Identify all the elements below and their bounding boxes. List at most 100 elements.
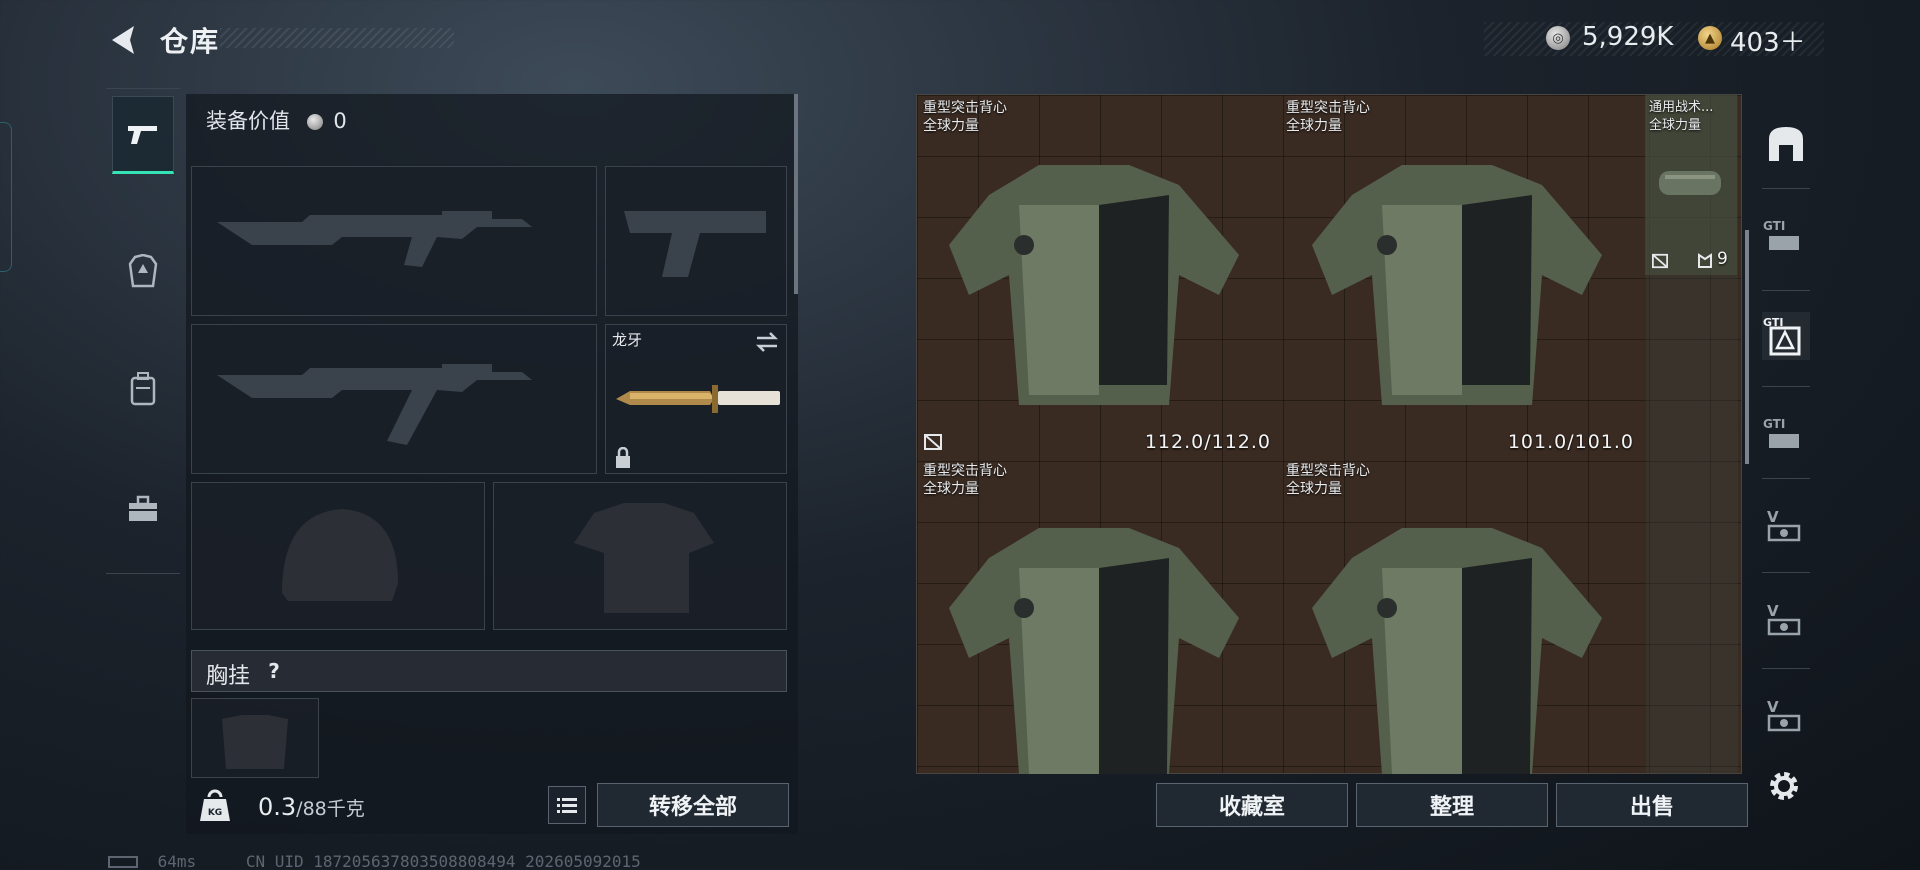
item-text: 重型突击背心 全球力量 (1286, 462, 1370, 498)
side-separator (1762, 572, 1810, 573)
helmet-silhouette-icon (282, 509, 398, 601)
item-count: 9 (1717, 249, 1729, 269)
nav-weapons[interactable] (112, 96, 174, 174)
settings-button[interactable] (1764, 766, 1804, 806)
secondary-weapon-slot[interactable] (191, 324, 597, 474)
battery-icon (108, 856, 138, 868)
edge-tab[interactable] (0, 122, 12, 272)
nav-armor[interactable] (112, 232, 174, 310)
item-name: 重型突击背心 (1286, 100, 1370, 116)
item-name: 通用战术... (1649, 100, 1714, 115)
gold-coin-icon: ▲ (1698, 26, 1722, 50)
heavy-vest-icon (949, 165, 1239, 405)
back-button[interactable] (104, 22, 144, 58)
side-stash-2[interactable]: GTI (1762, 212, 1810, 260)
side-stash-4[interactable]: GTI (1762, 410, 1810, 458)
item-name: 重型突击背心 (1286, 463, 1370, 479)
rifle-silhouette-icon (217, 364, 532, 445)
armor-silhouette-icon (574, 503, 714, 613)
v-stash-icon: V (1767, 602, 1801, 636)
uid-readout: CN UID 18720563780350880849​4_2026050920… (245, 852, 641, 870)
side-separator (1762, 188, 1810, 189)
nav-backpack[interactable] (112, 350, 174, 428)
equipment-value-amount: 0 (333, 109, 347, 133)
silver-coin-icon: ◎ (1546, 26, 1570, 50)
ping-readout: 64ms (157, 852, 197, 870)
item-durability: 101.0/101.0 (1507, 431, 1634, 453)
svg-text:V: V (1767, 698, 1779, 716)
duffel-bag-icon (1659, 171, 1721, 195)
melee-name: 龙牙 (612, 331, 643, 349)
transfer-all-button[interactable]: 转移全部 (597, 783, 789, 827)
item-brand: 全球力量 (1286, 118, 1342, 134)
nav-toolbox[interactable] (112, 470, 174, 548)
chest-rig-slot[interactable] (191, 698, 319, 778)
stash-item-vest-4[interactable]: 重型突击背心 全球力量 (1280, 458, 1642, 774)
stash-item-tactical[interactable]: 通用战术... 全球力量 9 (1645, 95, 1737, 275)
v-stash-icon: V (1767, 508, 1801, 542)
silver-amount: 5,929K (1582, 22, 1674, 52)
toolbox-icon (129, 495, 157, 521)
item-text: 重型突击背心 全球力量 (1286, 99, 1370, 135)
heavy-vest-icon (949, 528, 1239, 774)
loadout-scrollbar[interactable] (794, 94, 798, 294)
side-stash-3-active[interactable]: GTI (1762, 312, 1810, 360)
item-brand: 全球力量 (923, 118, 979, 134)
stash-item-vest-3[interactable]: 重型突击背心 全球力量 (917, 458, 1279, 774)
rifle-silhouette-icon (217, 211, 532, 267)
primary-weapon-slot[interactable] (191, 166, 597, 316)
equipment-value: 装备价值 0 (206, 105, 347, 135)
svg-text:V: V (1767, 602, 1779, 620)
gear-icon (1770, 772, 1798, 800)
side-separator (1762, 386, 1810, 387)
item-brand: 全球力量 (923, 481, 979, 497)
vault-icon (1769, 127, 1803, 161)
stash-item-vest-1[interactable]: 重型突击背心 全球力量 112.0/112.0 (917, 95, 1279, 457)
sell-button[interactable]: 出售 (1556, 783, 1748, 827)
no-insure-icon (924, 434, 942, 450)
weight-readout: 0.3/88千克 (258, 793, 365, 821)
side-stash-6[interactable]: V (1762, 596, 1810, 644)
heavy-vest-icon (1312, 165, 1602, 405)
lock-icon (616, 447, 630, 468)
list-view-button[interactable] (548, 786, 586, 824)
chest-rig-label: 胸挂 (206, 664, 251, 689)
pistol-icon (128, 126, 157, 144)
vault-button[interactable]: 收藏室 (1156, 783, 1348, 827)
page-title: 仓库 (160, 25, 221, 58)
side-stash-7[interactable]: V (1762, 692, 1810, 740)
armor-slot[interactable] (493, 482, 787, 630)
knife-icon (616, 385, 780, 413)
side-stash-main[interactable] (1762, 120, 1810, 168)
stash-tab-icon: GTI (1763, 219, 1799, 250)
gold-amount[interactable]: 403＋ (1730, 22, 1806, 59)
svg-text:V: V (1767, 508, 1779, 526)
stash-item-vest-2[interactable]: 重型突击背心 全球力量 101.0/101.0 (1280, 95, 1642, 457)
stash-tab-icon: GTI (1763, 417, 1799, 448)
swap-icon[interactable] (754, 331, 780, 353)
item-name: 重型突击背心 (923, 463, 1007, 479)
svg-text:KG: KG (208, 808, 222, 818)
side-stash-5[interactable]: V (1762, 502, 1810, 550)
help-icon[interactable]: ? (260, 657, 288, 685)
sort-button[interactable]: 整理 (1356, 783, 1548, 827)
armor-stash-icon: GTI (1763, 316, 1801, 356)
pistol-slot[interactable] (605, 166, 787, 316)
weight-max: /88千克 (296, 798, 365, 820)
armor-icon (128, 254, 158, 288)
item-durability: 112.0/112.0 (1144, 431, 1271, 453)
list-icon (557, 798, 577, 813)
stack-icon (1698, 253, 1712, 268)
heavy-vest-icon (1312, 528, 1602, 774)
weight-icon: KG (196, 787, 234, 825)
title-decoration (220, 28, 454, 48)
item-text: 重型突击背心 全球力量 (923, 462, 1007, 498)
item-name: 重型突击背心 (923, 100, 1007, 116)
melee-slot[interactable]: 龙牙 (605, 324, 787, 474)
helmet-slot[interactable] (191, 482, 485, 630)
item-brand: 全球力量 (1649, 118, 1702, 133)
stash-scrollbar[interactable] (1745, 230, 1749, 464)
item-brand: 全球力量 (1286, 481, 1342, 497)
v-stash-icon: V (1767, 698, 1801, 732)
weight-current: 0.3 (258, 793, 297, 821)
